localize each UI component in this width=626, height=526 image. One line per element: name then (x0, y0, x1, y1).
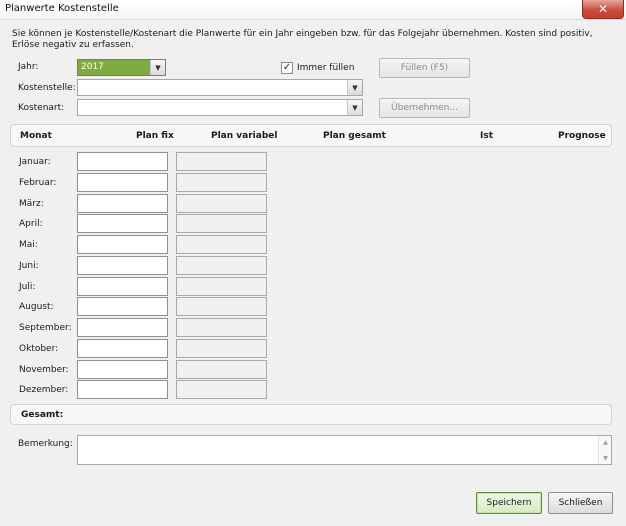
info-text: Sie können je Kostenstelle/Kostenart die… (12, 29, 593, 50)
col-plan-variable: Plan variabel (211, 131, 278, 141)
plan-fix-input[interactable] (77, 235, 168, 254)
plan-variable-input (176, 339, 267, 358)
plan-fix-input[interactable] (77, 380, 168, 399)
cost-type-label: Kostenart: (18, 103, 65, 113)
scroll-down-icon[interactable]: ▼ (599, 452, 612, 464)
year-select[interactable]: 2017 ▼ (77, 59, 166, 76)
month-label: Februar: (19, 178, 57, 188)
plan-variable-input (176, 235, 267, 254)
cost-center-select[interactable]: ▼ (77, 79, 363, 96)
month-label: Oktober: (19, 344, 59, 354)
plan-fix-input[interactable] (77, 256, 168, 275)
window-close-button[interactable]: ✕ (582, 0, 624, 19)
plan-fix-input[interactable] (77, 360, 168, 379)
remark-textarea[interactable]: ▲ ▼ (77, 435, 612, 465)
chevron-down-icon[interactable]: ▼ (347, 100, 362, 115)
remark-label: Bemerkung: (18, 439, 73, 449)
year-label: Jahr: (18, 62, 38, 72)
month-label: Juli: (19, 282, 36, 292)
month-label: März: (19, 199, 44, 209)
plan-fix-input[interactable] (77, 214, 168, 233)
col-actual: Ist (480, 131, 494, 141)
month-label: November: (19, 365, 69, 375)
total-label: Gesamt: (21, 410, 64, 420)
year-value: 2017 (81, 62, 104, 72)
plan-fix-input[interactable] (77, 194, 168, 213)
plan-variable-input (176, 152, 267, 171)
chevron-down-icon[interactable]: ▼ (347, 80, 362, 95)
always-fill-checkbox[interactable]: ✓ (281, 62, 293, 74)
plan-variable-input (176, 214, 267, 233)
plan-fix-input[interactable] (77, 277, 168, 296)
plan-variable-input (176, 380, 267, 399)
always-fill-label: Immer füllen (297, 63, 355, 73)
col-forecast: Prognose (558, 131, 606, 141)
window-title: Planwerte Kostenstelle (5, 3, 119, 14)
plan-variable-input (176, 277, 267, 296)
month-label: Januar: (19, 157, 51, 167)
month-label: April: (19, 219, 43, 229)
col-plan-total: Plan gesamt (323, 131, 386, 141)
scroll-up-icon[interactable]: ▲ (599, 436, 612, 448)
plan-variable-input (176, 194, 267, 213)
plan-fix-input[interactable] (77, 318, 168, 337)
close-icon: ✕ (597, 2, 609, 16)
plan-variable-input (176, 318, 267, 337)
plan-variable-input (176, 173, 267, 192)
cost-center-label: Kostenstelle: (18, 83, 76, 93)
plan-fix-input[interactable] (77, 173, 168, 192)
plan-fix-input[interactable] (77, 339, 168, 358)
plan-fix-input[interactable] (77, 297, 168, 316)
col-plan-fix: Plan fix (136, 131, 174, 141)
month-label: Dezember: (19, 385, 69, 395)
month-label: September: (19, 323, 72, 333)
month-label: August: (19, 302, 54, 312)
year-label-text: Jahr: (18, 62, 39, 72)
total-row (10, 404, 612, 425)
month-label: Mai: (19, 240, 38, 250)
plan-fix-input[interactable] (77, 152, 168, 171)
remark-scrollbar[interactable]: ▲ ▼ (598, 436, 611, 464)
close-button[interactable]: Schließen (548, 492, 613, 514)
column-header (10, 124, 612, 147)
col-month: Monat (20, 131, 52, 141)
plan-variable-input (176, 256, 267, 275)
save-button[interactable]: Speichern (476, 492, 542, 514)
fill-button[interactable]: Füllen (F5) (379, 58, 470, 78)
cost-type-select[interactable]: ▼ (77, 99, 363, 116)
month-label: Juni: (19, 261, 39, 271)
checkmark-icon: ✓ (282, 62, 292, 73)
chevron-down-icon[interactable]: ▼ (150, 60, 165, 75)
plan-variable-input (176, 360, 267, 379)
plan-variable-input (176, 297, 267, 316)
apply-button[interactable]: Übernehmen... (379, 98, 470, 118)
